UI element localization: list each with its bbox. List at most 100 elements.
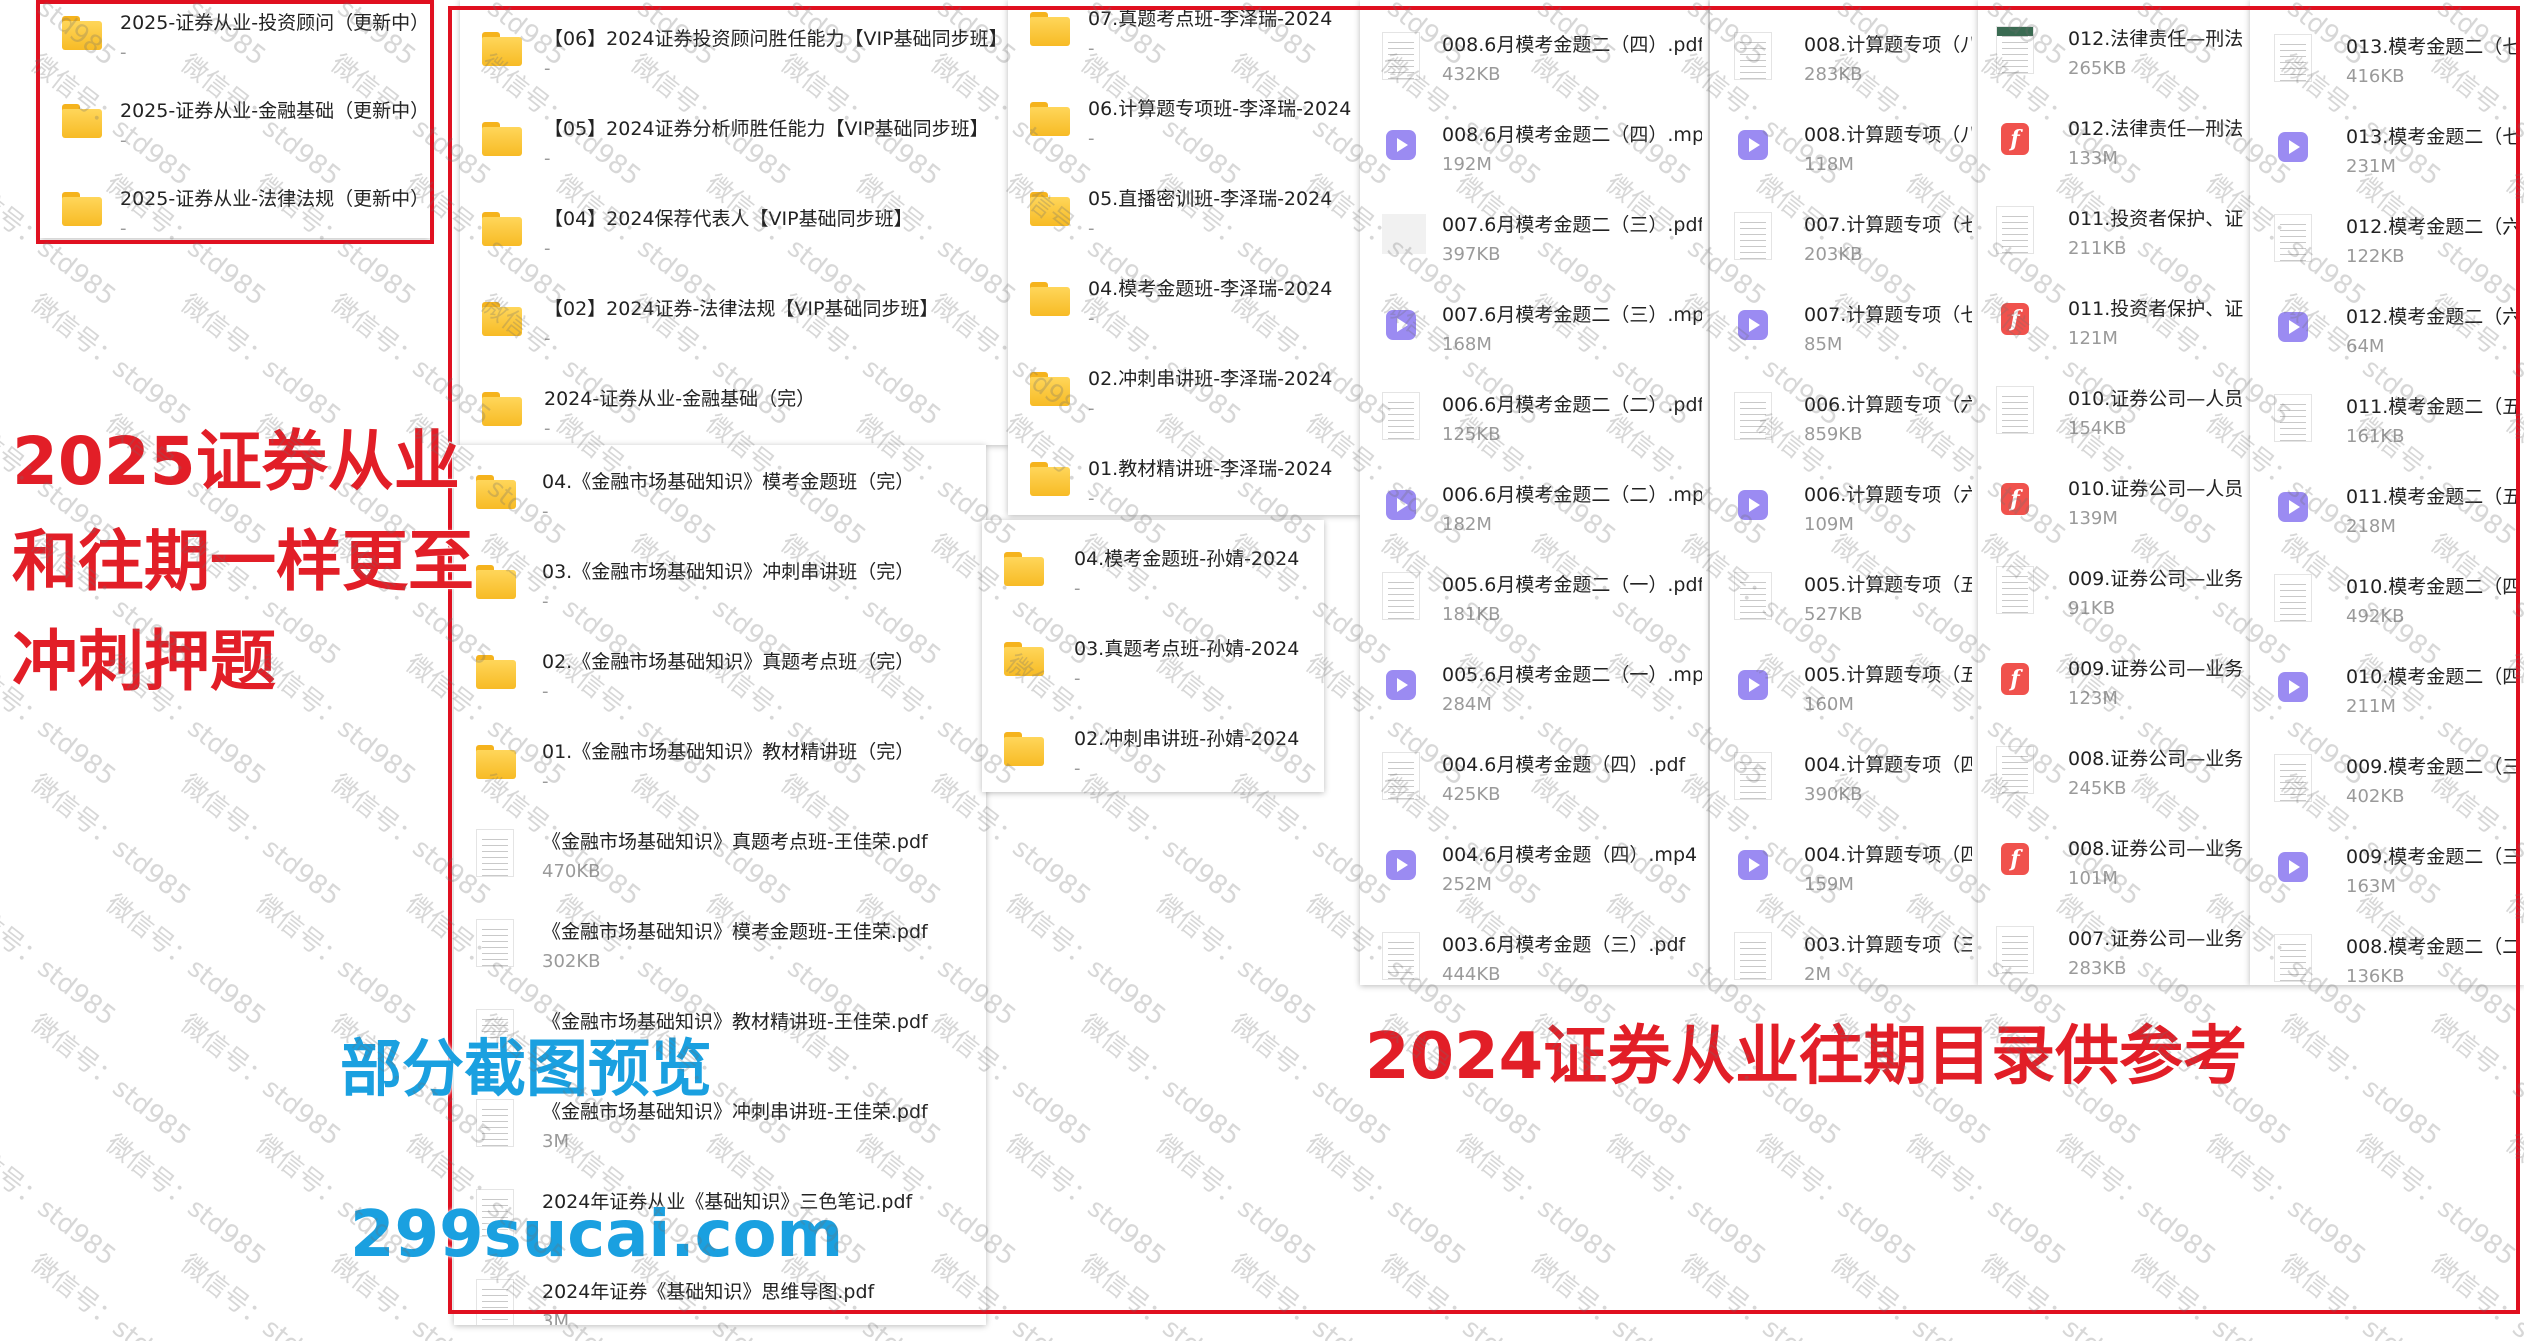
folder-row[interactable]: 01.《金融市场基础知识》教材精讲班（完） - [454,727,986,817]
file-row[interactable]: 008.计算题专项（八） 118M [1710,110,1978,200]
pdf-document-icon [1734,752,1772,800]
file-row[interactable]: 007.计算题专项（七） 203KB [1710,200,1978,290]
file-row[interactable]: 009.模考金题二（三） 402KB [2250,742,2524,832]
folder-row[interactable]: 02.冲刺串讲班-孙婧-2024 - [982,714,1324,792]
file-row[interactable]: 012.法律责任—刑法.pdf 265KB [1978,14,2250,104]
panel-sun-folders: 04.模考金题班-孙婧-2024 - 03.真题考点班-孙婧-2024 - 02… [982,520,1324,792]
item-sub: 402KB [2346,786,2405,807]
folder-row[interactable]: 2025-证券从业-金融基础（更新中） - [40,86,430,176]
file-row[interactable]: 004.6月模考金题（四）.pdf 425KB [1360,740,1708,830]
folder-row[interactable]: 【04】2024保荐代表人【VIP基础同步班】 - [460,194,1008,284]
folder-row[interactable]: 04.模考金题班-孙婧-2024 - [982,534,1324,624]
watermark-text: 微信号：std985 [24,1248,197,1341]
folder-row[interactable]: 04.模考金题班-李泽瑞-2024 - [1008,264,1360,354]
folder-name: 【02】2024证券-法律法规【VIP基础同步班】 [544,298,939,320]
file-row[interactable]: f 010.证券公司—人员管理 139M [1978,464,2250,554]
file-row[interactable]: 009.证券公司—业务管理 91KB [1978,554,2250,644]
file-row[interactable]: 008.6月模考金题二（四）.pdf 432KB [1360,20,1708,110]
file-row[interactable]: 004.6月模考金题（四）.mp4 252M [1360,830,1708,920]
folder-row[interactable]: 2024-证券从业-金融基础（完） - [460,374,1008,445]
pdf-document-icon [476,829,514,877]
item-sub: 203KB [1804,244,1863,265]
folder-row[interactable]: 【06】2024证券投资顾问胜任能力【VIP基础同步班】 - [460,14,1008,104]
folder-name: 01.教材精讲班-李泽瑞-2024 [1088,458,1333,480]
folder-icon [62,16,102,50]
item-name: 011.投资者保护、证券交易 [2068,298,2244,320]
file-row[interactable]: f 011.投资者保护、证券交易 121M [1978,284,2250,374]
folder-row[interactable]: 2025-证券从业-投资顾问（更新中） - [40,0,430,88]
folder-sub: - [1074,668,1081,689]
folder-row[interactable]: 【05】2024证券分析师胜任能力【VIP基础同步班】 - [460,104,1008,194]
item-sub: 211KB [2068,238,2127,259]
file-row[interactable]: 007.6月模考金题二（三）.pdf 397KB [1360,200,1708,290]
item-sub: 492KB [2346,606,2405,627]
file-row[interactable]: 《金融市场基础知识》模考金题班-王佳荣.pdf 302KB [454,907,986,997]
item-name: 02.《金融市场基础知识》真题考点班（完） [542,651,915,673]
file-row[interactable]: 006.6月模考金题二（二）.mp4 182M [1360,470,1708,560]
file-row[interactable]: 007.6月模考金题二（三）.mp4 168M [1360,290,1708,380]
file-row[interactable]: f 012.法律责任—刑法.flv 133M [1978,104,2250,194]
video-play-icon [1738,850,1768,880]
file-row[interactable]: 011.模考金题二（五） 218M [2250,472,2524,562]
file-row[interactable]: 006.计算题专项（六） 109M [1710,470,1978,560]
pdf-document-icon [2274,754,2312,802]
folder-row[interactable]: 03.真题考点班-孙婧-2024 - [982,624,1324,714]
panel-law-files: 012.法律责任—刑法.pdf 265KB f 012.法律责任—刑法.flv … [1978,0,2250,985]
file-row[interactable]: 012.模考金题二（六） 64M [2250,292,2524,382]
file-row[interactable]: 006.计算题专项（六） 859KB [1710,380,1978,470]
folder-row[interactable]: 02.冲刺串讲班-李泽瑞-2024 - [1008,354,1360,444]
file-row[interactable]: 011.投资者保护、证券交易 211KB [1978,194,2250,284]
folder-row[interactable]: 01.教材精讲班-李泽瑞-2024 - [1008,444,1360,515]
file-row[interactable]: 010.模考金题二（四） 211M [2250,652,2524,742]
folder-sub: - [120,130,127,151]
folder-row[interactable]: 03.《金融市场基础知识》冲刺串讲班（完） - [454,547,986,637]
folder-row[interactable]: 06.计算题专项班-李泽瑞-2024 - [1008,84,1360,174]
file-row[interactable]: 003.计算题专项（三） 2M [1710,920,1978,985]
file-row[interactable]: 011.模考金题二（五） 161KB [2250,382,2524,472]
watermark-text: 微信号：std985 [99,1128,272,1272]
watermark-text: 微信号：std985 [174,768,347,912]
file-row[interactable]: 007.计算题专项（七） 85M [1710,290,1978,380]
file-row[interactable]: 007.证券公司—业务管理 283KB [1978,914,2250,985]
folder-row[interactable]: 【02】2024证券-法律法规【VIP基础同步班】 - [460,284,1008,374]
file-row[interactable]: 008.模考金题二（二） 136KB [2250,922,2524,985]
file-row[interactable]: 008.证券公司—业务管理 245KB [1978,734,2250,824]
file-row[interactable]: 005.计算题专项（五） 160M [1710,650,1978,740]
pdf-document-icon [1734,32,1772,80]
file-row[interactable]: 005.计算题专项（五） 527KB [1710,560,1978,650]
folder-icon [1030,12,1070,46]
watermark-text: 微信号：std985 [1224,1248,1397,1341]
file-row[interactable]: 013.模考金题二（七） 416KB [2250,22,2524,112]
folder-row[interactable]: 05.直播密训班-李泽瑞-2024 - [1008,174,1360,264]
folder-row[interactable]: 04.《金融市场基础知识》模考金题班（完） - [454,457,986,547]
item-sub: 283KB [2068,958,2127,979]
file-row[interactable]: 009.模考金题二（三） 163M [2250,832,2524,922]
file-row[interactable]: 2024年证券《基础知识》思维导图.pdf 3M [454,1267,986,1325]
item-sub: 245KB [2068,778,2127,799]
file-row[interactable]: 003.6月模考金题（三）.pdf 444KB [1360,920,1708,985]
file-row[interactable]: 008.6月模考金题二（四）.mp4 192M [1360,110,1708,200]
item-sub: 168M [1442,334,1492,355]
file-row[interactable]: 008.计算题专项（八） 283KB [1710,20,1978,110]
file-row[interactable]: 005.6月模考金题二（一）.mp4 284M [1360,650,1708,740]
item-sub: 218M [2346,516,2396,537]
file-row[interactable]: 《金融市场基础知识》真题考点班-王佳荣.pdf 470KB [454,817,986,907]
item-name: 008.模考金题二（二） [2346,936,2518,958]
folder-row[interactable]: 2025-证券从业-法律法规（更新中） - [40,174,430,238]
file-row[interactable]: 005.6月模考金题二（一）.pdf 181KB [1360,560,1708,650]
file-row[interactable]: f 009.证券公司—业务管理 123M [1978,644,2250,734]
folder-row[interactable]: 02.《金融市场基础知识》真题考点班（完） - [454,637,986,727]
folder-name: 2025-证券从业-投资顾问（更新中） [120,12,424,34]
file-row[interactable]: 013.模考金题二（七） 231M [2250,112,2524,202]
flash-video-icon: f [2001,483,2029,515]
file-row[interactable]: 010.模考金题二（四） 492KB [2250,562,2524,652]
file-row[interactable]: 010.证券公司—人员管理 154KB [1978,374,2250,464]
folder-sub: - [544,328,551,349]
file-row[interactable]: 004.计算题专项（四） 159M [1710,830,1978,920]
file-row[interactable]: 012.模考金题二（六） 122KB [2250,202,2524,292]
file-row[interactable]: 006.6月模考金题二（二）.pdf 125KB [1360,380,1708,470]
folder-row[interactable]: 07.真题考点班-李泽瑞-2024 - [1008,0,1360,84]
file-row[interactable]: 004.计算题专项（四） 390KB [1710,740,1978,830]
file-row[interactable]: f 008.证券公司—业务管理 101M [1978,824,2250,914]
video-play-icon [1386,130,1416,160]
